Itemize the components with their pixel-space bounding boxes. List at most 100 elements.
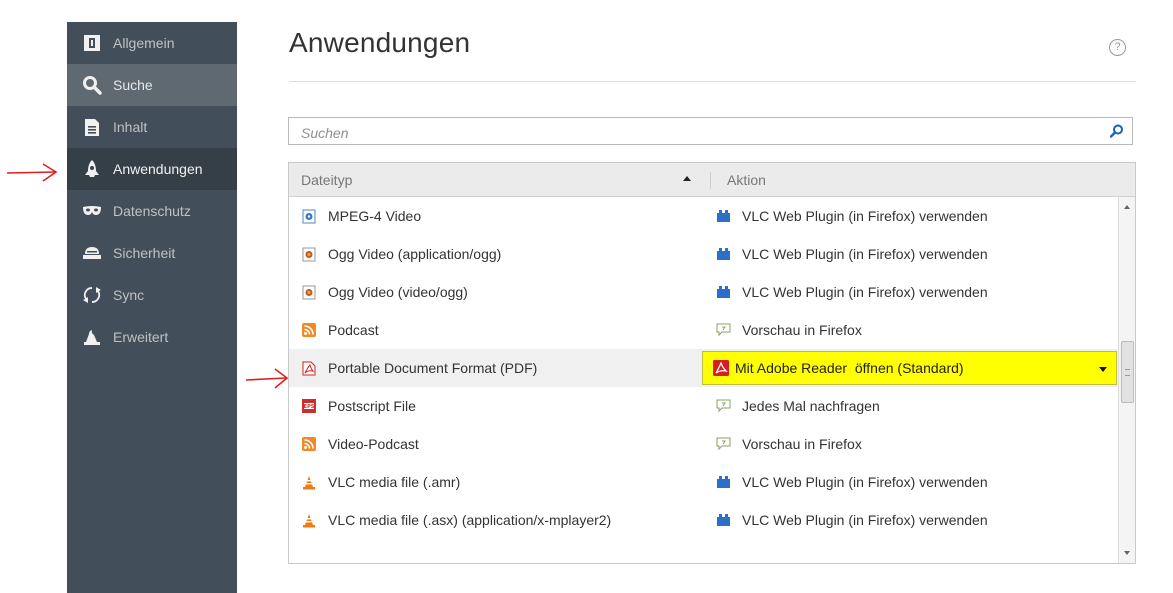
annotation-arrow-row — [245, 368, 289, 389]
type-cell: Portable Document Format (PDF) — [301, 349, 537, 387]
plugin-icon — [715, 208, 731, 224]
column-divider[interactable] — [710, 172, 711, 189]
action-label: Jedes Mal nachfragen — [742, 398, 880, 414]
grip-icon — [1125, 369, 1130, 376]
pdf-file-icon — [301, 360, 317, 376]
sidebar-item-erweitert[interactable]: Erweitert — [67, 316, 237, 358]
table-row[interactable]: Ogg Video (video/ogg) VLC Web Plugin (in… — [289, 273, 1118, 311]
privacy-mask-icon — [81, 200, 103, 222]
type-label: Portable Document Format (PDF) — [328, 360, 538, 376]
applications-icon — [81, 158, 103, 180]
ogg-video-icon — [301, 246, 317, 262]
table-header: Dateityp Aktion — [289, 163, 1135, 197]
plugin-icon — [715, 512, 731, 528]
action-label: VLC Web Plugin (in Firefox) verwenden — [742, 474, 988, 490]
action-cell[interactable]: Jedes Mal nachfragen — [715, 387, 880, 425]
table-row[interactable]: EPS Postscript File Jedes Mal nachfragen — [289, 387, 1118, 425]
adobe-reader-icon — [713, 360, 729, 376]
action-label: Mit Adobe Reader öffnen (Standard) — [735, 360, 964, 376]
action-cell[interactable]: Vorschau in Firefox — [715, 311, 862, 349]
sidebar-item-allgemein[interactable]: Allgemein — [67, 22, 237, 64]
sidebar-item-label: Allgemein — [113, 35, 175, 51]
page-title: Anwendungen — [289, 27, 471, 58]
scroll-up-arrow-icon[interactable] — [1124, 205, 1130, 209]
sidebar-item-anwendungen[interactable]: Anwendungen — [67, 148, 237, 190]
vlc-cone-icon — [301, 512, 317, 528]
action-cell[interactable]: Mit Adobe Reader öffnen (Standard) — [713, 349, 964, 387]
advanced-icon — [81, 326, 103, 348]
sidebar-item-sicherheit[interactable]: Sicherheit — [67, 232, 237, 274]
table-row[interactable]: MPEG-4 Video VLC Web Plugin (in Firefox)… — [289, 197, 1118, 235]
action-cell[interactable]: VLC Web Plugin (in Firefox) verwenden — [715, 501, 988, 539]
vertical-scrollbar[interactable] — [1118, 197, 1135, 563]
type-label: Ogg Video (video/ogg) — [328, 284, 468, 300]
type-cell: VLC media file (.amr) — [301, 463, 460, 501]
sidebar-item-label: Suche — [113, 77, 153, 93]
type-label: Podcast — [328, 322, 379, 338]
type-label: MPEG-4 Video — [328, 208, 422, 224]
type-cell: VLC media file (.asx) (application/x-mpl… — [301, 501, 611, 539]
column-header-aktion[interactable]: Aktion — [727, 163, 766, 196]
action-label: VLC Web Plugin (in Firefox) verwenden — [742, 512, 988, 528]
sidebar-item-inhalt[interactable]: Inhalt — [67, 106, 237, 148]
action-cell[interactable]: Vorschau in Firefox — [715, 425, 862, 463]
type-cell: EPS Postscript File — [301, 387, 416, 425]
type-label: Postscript File — [328, 398, 416, 414]
chevron-down-icon — [1099, 367, 1107, 372]
sidebar-item-label: Erweitert — [113, 329, 169, 345]
action-cell[interactable]: VLC Web Plugin (in Firefox) verwenden — [715, 273, 988, 311]
sort-ascending-icon — [683, 176, 691, 181]
type-label: VLC media file (.amr) — [328, 474, 461, 490]
table-row[interactable]: Ogg Video (application/ogg) VLC Web Plug… — [289, 235, 1118, 273]
help-icon[interactable]: ? — [1109, 39, 1126, 56]
type-cell: MPEG-4 Video — [301, 197, 421, 235]
ogg-video-icon — [301, 284, 317, 300]
eps-file-icon: EPS — [301, 398, 317, 414]
general-icon — [81, 32, 103, 54]
search-icon — [81, 74, 103, 96]
action-cell[interactable]: VLC Web Plugin (in Firefox) verwenden — [715, 463, 988, 501]
sidebar-item-sync[interactable]: Sync — [67, 274, 237, 316]
rss-feed-icon — [301, 322, 317, 338]
preview-bubble-icon — [715, 436, 731, 452]
plugin-icon — [715, 246, 731, 262]
type-label: VLC media file (.asx) (application/x-mpl… — [328, 512, 612, 528]
sidebar-item-suche[interactable]: Suche — [67, 64, 237, 106]
table-row-selected[interactable]: Portable Document Format (PDF) Mit Adobe… — [289, 349, 1118, 387]
action-label: VLC Web Plugin (in Firefox) verwenden — [742, 208, 988, 224]
type-cell: Ogg Video (video/ogg) — [301, 273, 468, 311]
type-cell: Podcast — [301, 311, 379, 349]
sidebar: Allgemein Suche Inhalt Anwendungen Daten… — [67, 22, 237, 593]
sidebar-item-label: Datenschutz — [113, 203, 191, 219]
table-row[interactable]: Video-Podcast Vorschau in Firefox — [289, 425, 1118, 463]
plugin-icon — [715, 474, 731, 490]
scroll-down-arrow-icon[interactable] — [1124, 551, 1130, 555]
annotation-arrow-sidebar — [6, 163, 58, 182]
magnifier-icon[interactable] — [1109, 124, 1124, 143]
security-icon — [81, 242, 103, 264]
vlc-cone-icon — [301, 474, 317, 490]
scroll-thumb[interactable] — [1121, 341, 1134, 403]
sync-icon — [81, 284, 103, 306]
action-cell[interactable]: VLC Web Plugin (in Firefox) verwenden — [715, 235, 988, 273]
table-row[interactable]: VLC media file (.amr) VLC Web Plugin (in… — [289, 463, 1118, 501]
action-label: VLC Web Plugin (in Firefox) verwenden — [742, 246, 988, 262]
action-cell[interactable]: VLC Web Plugin (in Firefox) verwenden — [715, 197, 988, 235]
type-label: Video-Podcast — [328, 436, 419, 452]
sidebar-item-label: Sync — [113, 287, 145, 303]
table-row[interactable]: Podcast Vorschau in Firefox — [289, 311, 1118, 349]
rss-feed-icon — [301, 436, 317, 452]
column-header-dateityp[interactable]: Dateityp — [301, 163, 352, 196]
mpeg-video-icon — [301, 208, 317, 224]
sidebar-item-label: Sicherheit — [113, 245, 176, 261]
sidebar-item-datenschutz[interactable]: Datenschutz — [67, 190, 237, 232]
table-row[interactable]: VLC media file (.asx) (application/x-mpl… — [289, 501, 1118, 539]
ask-bubble-icon — [715, 398, 731, 414]
search-input[interactable] — [299, 122, 1083, 144]
type-label: Ogg Video (application/ogg) — [328, 246, 502, 262]
title-divider — [289, 81, 1136, 82]
svg-text:EPS: EPS — [304, 404, 315, 410]
plugin-icon — [715, 284, 731, 300]
type-cell: Ogg Video (application/ogg) — [301, 235, 501, 273]
table-body: MPEG-4 Video VLC Web Plugin (in Firefox)… — [289, 197, 1118, 539]
